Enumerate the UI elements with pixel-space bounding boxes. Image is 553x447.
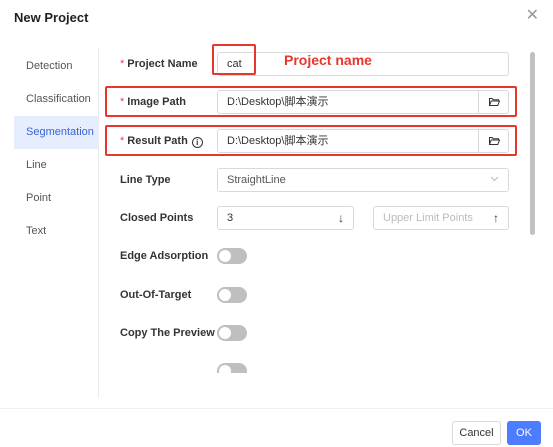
close-icon[interactable]: ✕ xyxy=(526,8,539,24)
edge-adsorption-row: Edge Adsorption xyxy=(99,244,529,268)
nav-item-point[interactable]: Point xyxy=(14,182,98,215)
out-of-target-label: Out-Of-Target xyxy=(120,289,192,301)
toggle-knob xyxy=(219,327,231,339)
chevron-down-icon xyxy=(490,174,499,184)
toggle-knob xyxy=(219,250,231,262)
clipped-row xyxy=(99,359,529,373)
annotation-label: Project name xyxy=(284,52,372,68)
nav-item-line[interactable]: Line xyxy=(14,149,98,182)
required-mark: * xyxy=(120,58,125,70)
annotation-box-image-path xyxy=(105,86,517,117)
toggle-knob xyxy=(219,289,231,301)
ok-button[interactable]: OK xyxy=(507,421,541,445)
nav-item-classification[interactable]: Classification xyxy=(14,83,98,116)
form-scrollbar[interactable] xyxy=(530,52,535,235)
out-of-target-toggle[interactable] xyxy=(217,287,247,303)
line-type-row: Line Type StraightLine xyxy=(99,168,529,192)
edge-adsorption-toggle[interactable] xyxy=(217,248,247,264)
out-of-target-row: Out-Of-Target xyxy=(99,283,529,307)
copy-preview-row: Copy The Preview xyxy=(99,321,529,345)
toggle-knob xyxy=(219,365,231,373)
closed-points-label: Closed Points xyxy=(120,212,194,224)
closed-points-input[interactable]: 3 ↓ xyxy=(217,206,354,230)
closed-points-value: 3 xyxy=(227,212,234,224)
arrow-up-icon[interactable]: ↑ xyxy=(493,207,499,229)
line-type-value: StraightLine xyxy=(227,174,286,186)
upper-limit-placeholder: Upper Limit Points xyxy=(383,212,473,224)
clipped-toggle[interactable] xyxy=(217,363,247,373)
copy-preview-label: Copy The Preview xyxy=(120,327,215,339)
dialog-title: New Project xyxy=(14,10,89,25)
line-type-label: Line Type xyxy=(120,174,171,186)
new-project-dialog: New Project ✕ Detection Classification S… xyxy=(0,0,553,447)
upper-limit-points-input[interactable]: Upper Limit Points ↑ xyxy=(373,206,509,230)
closed-points-row: Closed Points 3 ↓ Upper Limit Points ↑ xyxy=(99,206,529,230)
arrow-down-icon[interactable]: ↓ xyxy=(338,207,344,229)
cancel-button[interactable]: Cancel xyxy=(452,421,501,445)
annotation-box-result-path xyxy=(105,125,517,156)
copy-preview-toggle[interactable] xyxy=(217,325,247,341)
nav-item-text[interactable]: Text xyxy=(14,215,98,248)
edge-adsorption-label: Edge Adsorption xyxy=(120,250,209,262)
project-type-nav: Detection Classification Segmentation Li… xyxy=(14,50,98,248)
annotation-box-project-name xyxy=(212,44,256,75)
footer-divider xyxy=(0,408,553,409)
project-name-label: * Project Name xyxy=(120,58,198,70)
nav-item-detection[interactable]: Detection xyxy=(14,50,98,83)
nav-item-segmentation[interactable]: Segmentation xyxy=(14,116,98,149)
line-type-select[interactable]: StraightLine xyxy=(217,168,509,192)
